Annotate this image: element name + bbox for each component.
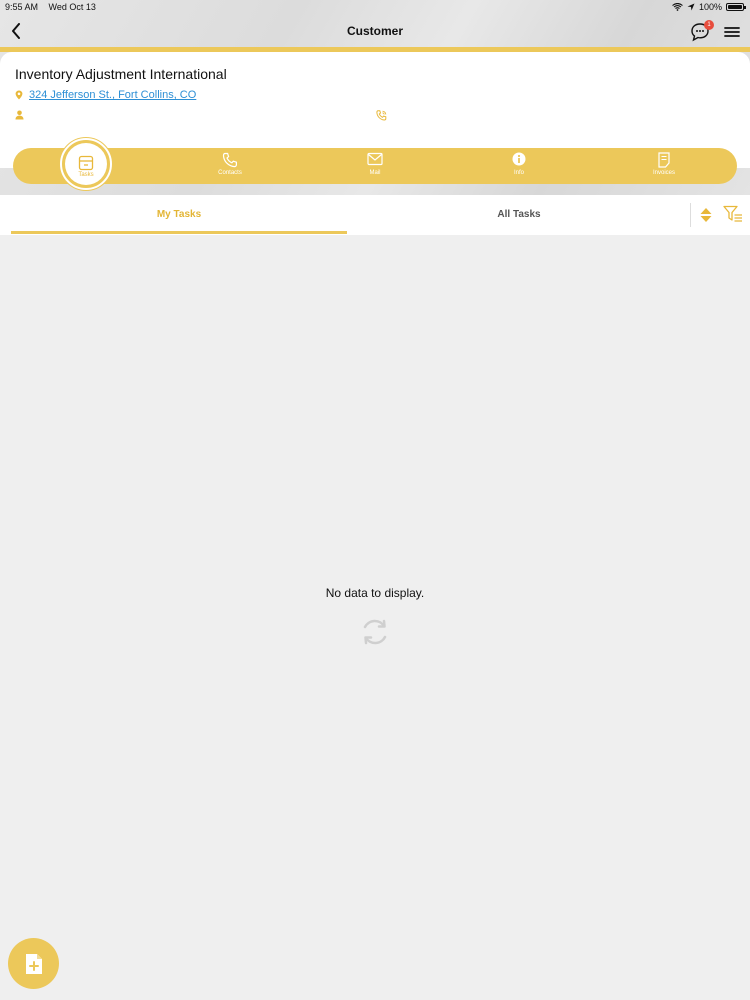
filter-icon[interactable] xyxy=(723,205,743,223)
refresh-spinner-icon xyxy=(363,619,387,645)
segment-label: Invoices xyxy=(652,170,675,176)
chat-badge: 1 xyxy=(704,20,714,30)
add-task-button[interactable] xyxy=(8,938,59,989)
chat-button[interactable]: 1 xyxy=(690,20,714,42)
mail-icon xyxy=(367,152,383,166)
section-nav-bar: Contacts Mail Info Invoices xyxy=(13,148,737,184)
segment-mail[interactable]: Mail xyxy=(330,148,420,184)
tasks-icon xyxy=(78,155,94,171)
status-time: 9:55 AM xyxy=(5,2,39,12)
navigation-bar: Customer 1 xyxy=(0,16,750,48)
status-bar: 9:55 AM Wed Oct 13 100% xyxy=(0,0,750,16)
empty-state-message: No data to display. xyxy=(325,586,425,600)
wifi-icon xyxy=(672,3,683,11)
info-icon xyxy=(512,152,526,166)
segment-label: Info xyxy=(513,170,524,176)
person-icon xyxy=(15,110,24,120)
battery-icon xyxy=(726,3,746,11)
status-date: Wed Oct 13 xyxy=(48,2,96,12)
segment-label: Contacts xyxy=(218,170,242,176)
segment-tasks[interactable]: Tasks xyxy=(60,138,112,190)
tab-all-tasks[interactable]: All Tasks xyxy=(347,195,691,235)
segment-invoices[interactable]: Invoices xyxy=(619,148,709,184)
customer-name: Inventory Adjustment International xyxy=(15,66,227,82)
add-document-icon xyxy=(25,953,42,974)
address-link[interactable]: 324 Jefferson St., Fort Collins, CO xyxy=(29,89,196,101)
location-pin-icon xyxy=(15,90,23,100)
segment-label: Mail xyxy=(369,170,381,176)
segment-info[interactable]: Info xyxy=(474,148,564,184)
phone-call-icon[interactable] xyxy=(376,110,387,121)
task-tabs: My Tasks All Tasks xyxy=(0,195,750,235)
menu-button[interactable] xyxy=(723,24,741,40)
location-arrow-icon xyxy=(687,3,695,11)
sort-icon[interactable] xyxy=(699,207,713,223)
segment-contacts[interactable]: Contacts xyxy=(185,148,275,184)
phone-icon xyxy=(222,152,237,168)
active-tab-indicator xyxy=(11,231,347,234)
battery-percent: 100% xyxy=(698,2,722,12)
segment-label: Tasks xyxy=(78,172,94,178)
customer-address: 324 Jefferson St., Fort Collins, CO xyxy=(15,89,196,101)
hamburger-menu-icon xyxy=(724,27,740,37)
tab-divider xyxy=(690,203,691,227)
tab-my-tasks[interactable]: My Tasks xyxy=(11,195,347,235)
invoice-icon xyxy=(658,152,670,168)
page-title: Customer xyxy=(346,24,403,38)
